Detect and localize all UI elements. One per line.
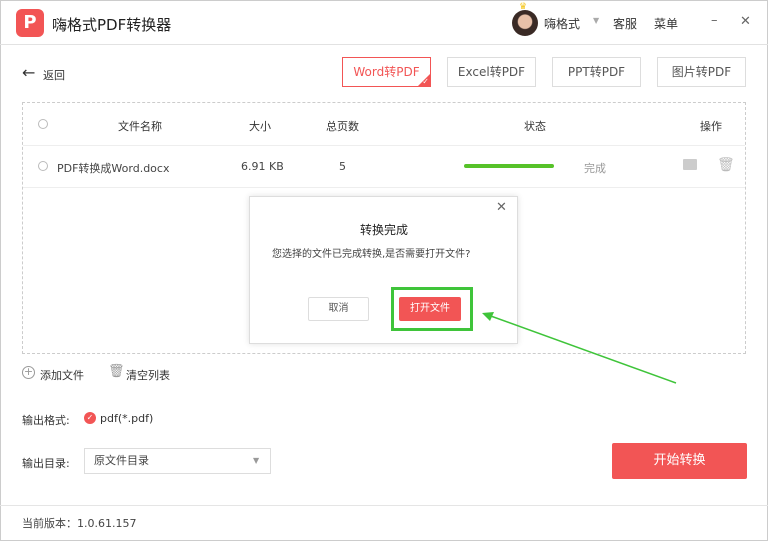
output-format-label: 输出格式: [22, 414, 70, 427]
version-text: 当前版本：1.0.61.157 [22, 517, 137, 530]
start-convert-button[interactable]: 开始转换 [612, 443, 747, 479]
clear-list-button[interactable]: 清空列表 [126, 367, 170, 383]
divider [0, 505, 768, 506]
output-format: pdf(*.pdf) [100, 412, 154, 425]
output-dir-label: 输出目录: [22, 457, 70, 470]
add-file-button[interactable]: 添加文件 [40, 367, 84, 383]
output-dir-select[interactable]: 原文件目录 [84, 448, 271, 474]
chevron-down-icon[interactable]: ▼ [253, 456, 259, 465]
select-value: 原文件目录 [94, 454, 149, 467]
trash-icon[interactable]: 🗑 [108, 364, 125, 379]
check-icon[interactable]: ✓ [84, 412, 96, 424]
add-icon[interactable]: + [22, 366, 35, 379]
